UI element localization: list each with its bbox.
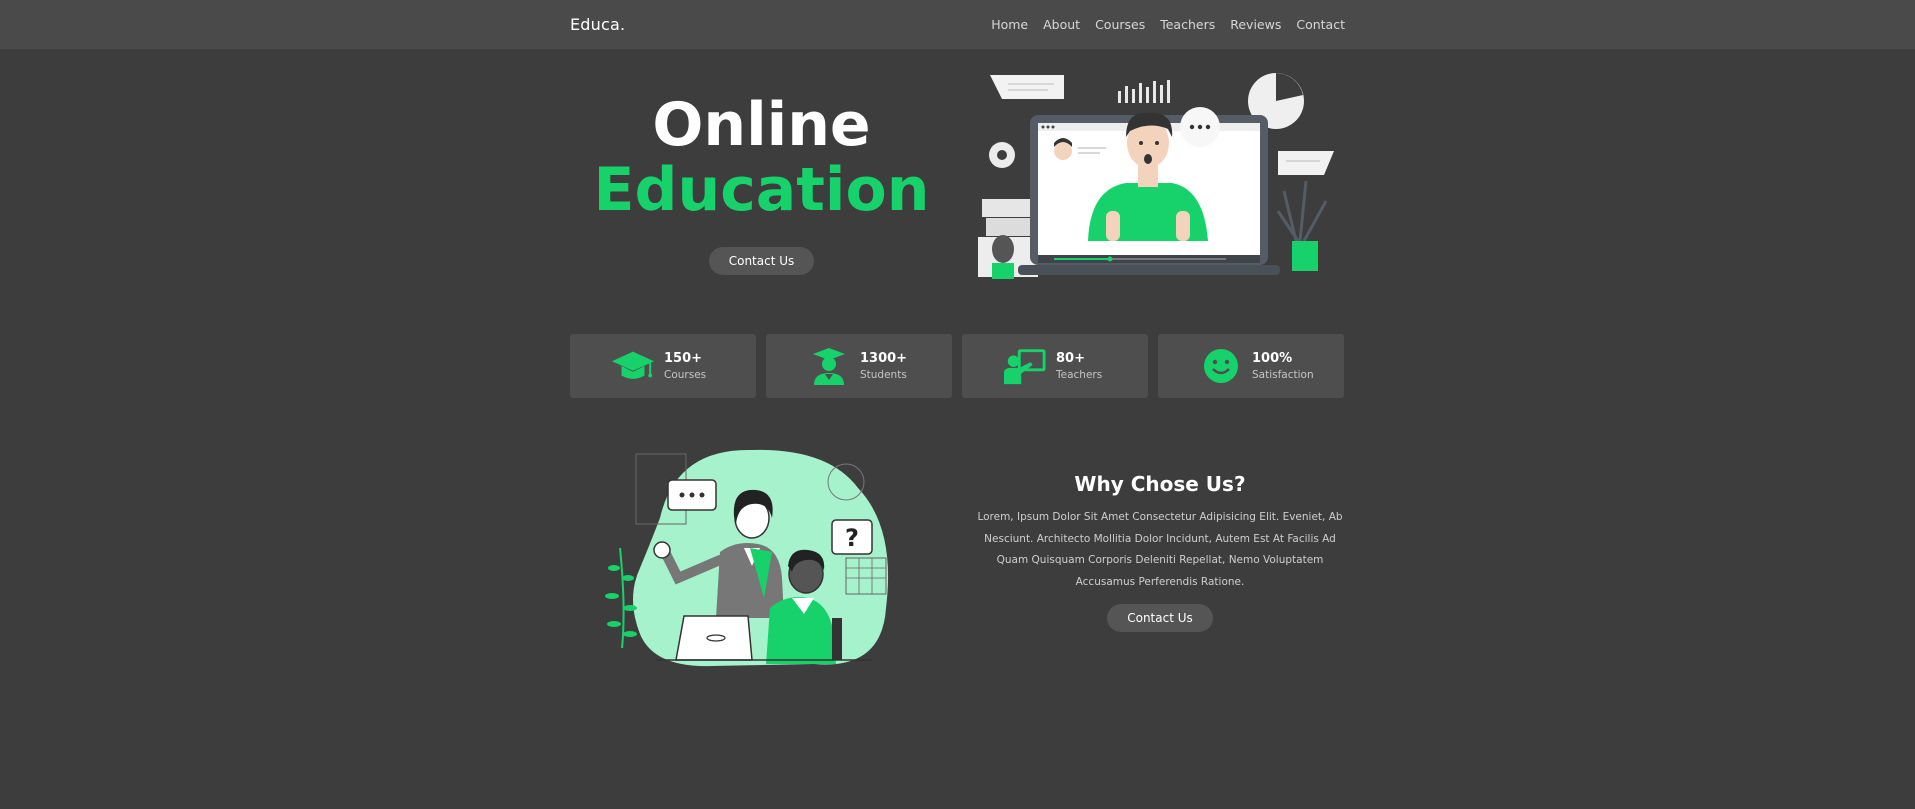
stat-value: 80+ xyxy=(1056,351,1085,366)
nav-about[interactable]: About xyxy=(1043,17,1080,32)
stat-value: 1300+ xyxy=(860,351,908,366)
svg-text:?: ? xyxy=(845,524,859,552)
stat-card-students: 1300+ Students xyxy=(766,334,952,398)
student-icon xyxy=(808,345,850,387)
online-class-illustration xyxy=(978,73,1334,279)
hero-text: Online Education Contact Us xyxy=(570,93,953,275)
nav-contact[interactable]: Contact xyxy=(1296,17,1345,32)
stat-value: 150+ xyxy=(664,351,703,366)
hero-section: Online Education Contact Us xyxy=(570,49,1345,285)
hero-title-line1: Online xyxy=(652,90,871,160)
nav-home[interactable]: Home xyxy=(991,17,1028,32)
stats-row: 150+ Courses 1300+ Students 80+ Teachers… xyxy=(570,334,1345,398)
stat-label: Teachers xyxy=(1056,369,1103,381)
nav-courses[interactable]: Courses xyxy=(1095,17,1145,32)
why-body: Lorem, Ipsum Dolor Sit Amet Consectetur … xyxy=(977,511,1343,588)
mentoring-illustration: ? xyxy=(605,449,889,667)
stat-value: 100% xyxy=(1252,351,1293,366)
why-contact-button[interactable]: Contact Us xyxy=(1107,604,1213,632)
teacher-icon xyxy=(1004,345,1046,387)
why-title: Why Chose Us? xyxy=(1074,472,1246,496)
stat-label: Students xyxy=(860,369,907,381)
stat-label: Satisfaction xyxy=(1252,369,1314,381)
site-header: Educa. Home About Courses Teachers Revie… xyxy=(0,0,1915,49)
stat-card-teachers: 80+ Teachers xyxy=(962,334,1148,398)
graduation-cap-icon xyxy=(612,345,654,387)
stat-card-satisfaction: 100% Satisfaction xyxy=(1158,334,1344,398)
main-nav: Home About Courses Teachers Reviews Cont… xyxy=(991,17,1345,32)
stat-label: Courses xyxy=(664,369,707,381)
stat-card-courses: 150+ Courses xyxy=(570,334,756,398)
hero-contact-button[interactable]: Contact Us xyxy=(708,247,815,275)
why-section: ? Why Chose Us? Lorem, Ipsum Dolor Sit A… xyxy=(570,448,1345,678)
hero-title-line2: Education xyxy=(593,155,930,225)
nav-reviews[interactable]: Reviews xyxy=(1230,17,1281,32)
logo[interactable]: Educa. xyxy=(570,15,625,34)
why-text: Why Chose Us? Lorem, Ipsum Dolor Sit Ame… xyxy=(970,472,1350,632)
nav-teachers[interactable]: Teachers xyxy=(1160,17,1215,32)
smiley-icon xyxy=(1200,345,1242,387)
